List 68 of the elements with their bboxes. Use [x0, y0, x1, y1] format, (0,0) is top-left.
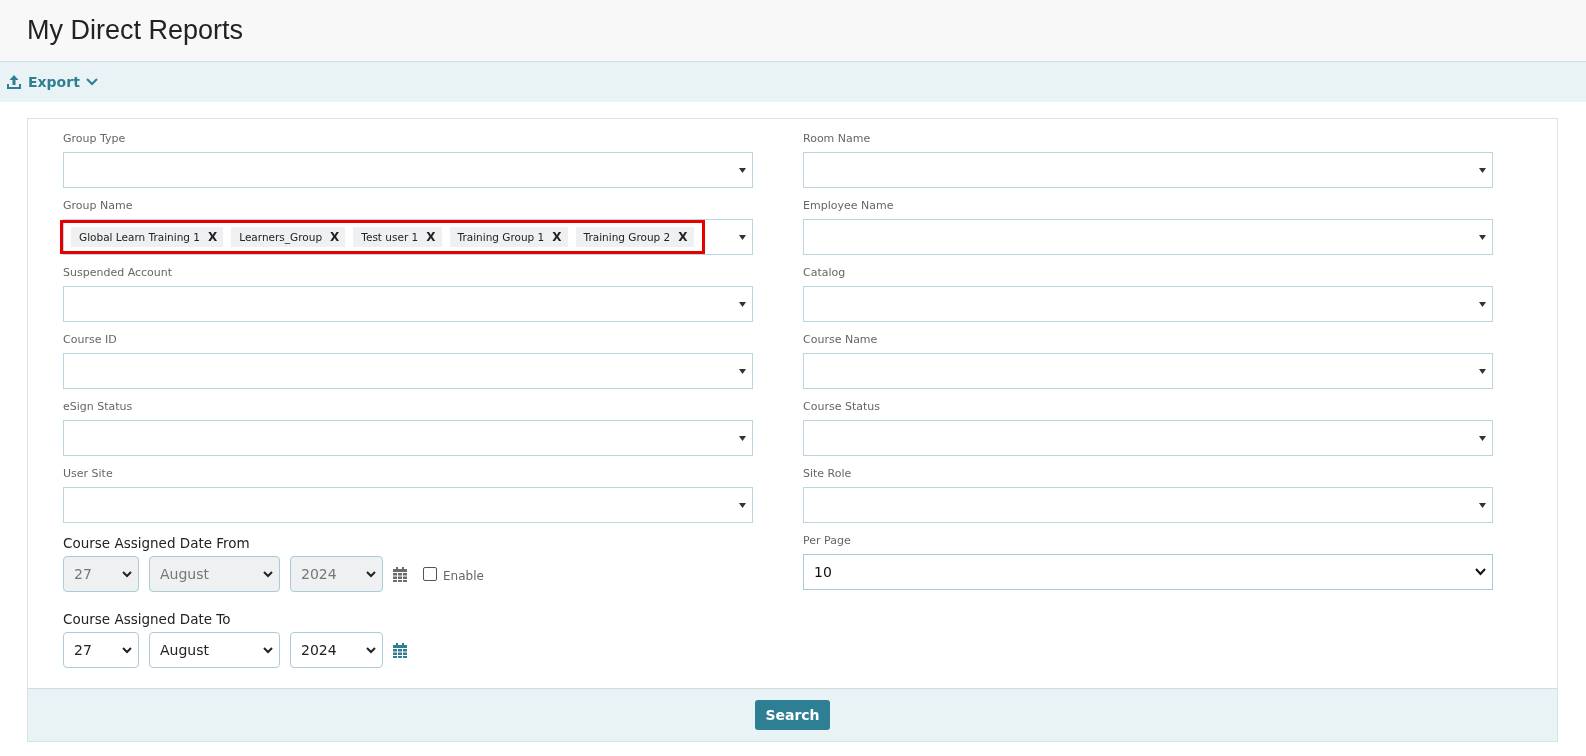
- chevron-down-icon: [263, 570, 273, 578]
- dropdown-field[interactable]: [63, 420, 753, 456]
- caret-icon: [1479, 435, 1486, 441]
- per-page-select[interactable]: 10: [803, 554, 1493, 590]
- dropdown-field[interactable]: [63, 353, 753, 389]
- field-label: eSign Status: [63, 399, 134, 415]
- remove-tag-button[interactable]: X: [330, 230, 340, 244]
- chevron-down-icon: [263, 646, 273, 654]
- field-label: Per Page: [803, 533, 852, 549]
- chevron-down-icon: [122, 646, 132, 654]
- field-label: Course Assigned Date To: [63, 611, 232, 629]
- tag-label: Training Group 2: [583, 231, 671, 243]
- month-select[interactable]: August: [149, 632, 280, 668]
- field-label: Course Name: [803, 332, 879, 348]
- dropdown-field[interactable]: [803, 286, 1493, 322]
- dropdown-field[interactable]: Global Learn Training 1 X Learners_Group X Test user 1 X Training Group 1 X Training Group 2 X: [63, 219, 753, 255]
- field-label: Course ID: [63, 332, 118, 348]
- caret-icon: [739, 368, 746, 374]
- chevron-down-icon: [366, 646, 376, 654]
- field-label: Course Assigned Date From: [63, 535, 251, 553]
- caret-icon: [739, 234, 746, 240]
- caret-icon: [1479, 167, 1486, 173]
- field-label: Group Name: [63, 198, 134, 214]
- chevron-down-icon: [366, 570, 376, 578]
- checkbox-label: Enable: [443, 568, 484, 583]
- remove-tag-button[interactable]: X: [552, 230, 562, 244]
- page-title: My Direct Reports: [27, 15, 244, 46]
- chevron-down-icon: [1475, 568, 1486, 576]
- chevron-down-icon: [122, 570, 132, 578]
- caret-icon: [739, 435, 746, 441]
- field-label: Site Role: [803, 466, 853, 482]
- dropdown-field[interactable]: [63, 487, 753, 523]
- field-label: Course Status: [803, 399, 881, 415]
- dropdown-field[interactable]: [803, 353, 1493, 389]
- tag-label: Learners_Group: [239, 231, 323, 243]
- caret-icon: [1479, 234, 1486, 240]
- field-label: User Site: [63, 466, 114, 482]
- tag-label: Training Group 1: [457, 231, 545, 243]
- caret-icon: [739, 167, 746, 173]
- calendar-icon[interactable]: [393, 642, 407, 658]
- field-label: Catalog: [803, 265, 847, 281]
- search-button[interactable]: Search: [755, 700, 830, 730]
- caret-icon: [1479, 502, 1486, 508]
- tag-label: Test user 1: [361, 231, 419, 243]
- dropdown-field[interactable]: [803, 487, 1493, 523]
- dropdown-field[interactable]: [63, 286, 753, 322]
- remove-tag-button[interactable]: X: [426, 230, 436, 244]
- chevron-down-icon: [85, 78, 98, 86]
- year-select[interactable]: 2024: [290, 632, 383, 668]
- dropdown-field[interactable]: [63, 152, 753, 188]
- upload-icon: [6, 74, 22, 90]
- field-label: Group Type: [63, 131, 127, 147]
- dropdown-field[interactable]: [803, 152, 1493, 188]
- field-label: Employee Name: [803, 198, 895, 214]
- caret-icon: [739, 502, 746, 508]
- caret-icon: [1479, 368, 1486, 374]
- calendar-icon[interactable]: [393, 566, 407, 582]
- dropdown-field[interactable]: [803, 219, 1493, 255]
- day-select[interactable]: 27: [63, 632, 139, 668]
- field-label: Room Name: [803, 131, 872, 147]
- field-label: Suspended Account: [63, 265, 174, 281]
- caret-icon: [739, 301, 746, 307]
- dropdown-field[interactable]: [803, 420, 1493, 456]
- export-button[interactable]: Export: [6, 74, 98, 90]
- caret-icon: [1479, 301, 1486, 307]
- tag-label: Global Learn Training 1: [79, 231, 200, 243]
- remove-tag-button[interactable]: X: [678, 230, 688, 244]
- remove-tag-button[interactable]: X: [207, 230, 218, 244]
